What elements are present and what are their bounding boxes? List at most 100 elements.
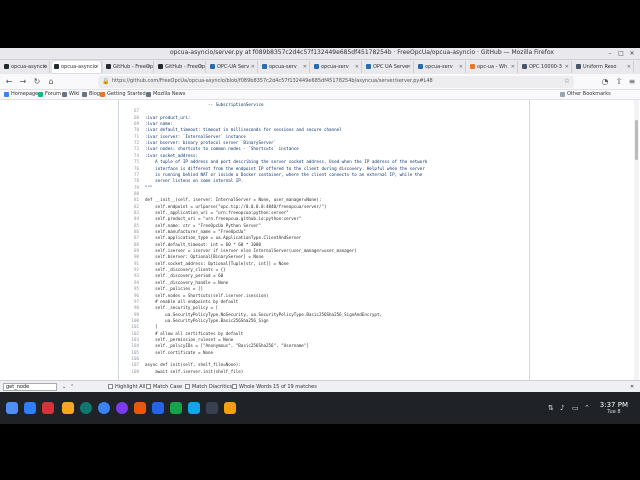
tab-label: opcua-asyncio [61, 64, 98, 70]
match-diacritics-label: Match Diacritics [192, 384, 233, 390]
tray-up-icon[interactable]: ⌃ [584, 404, 590, 412]
taskbar-app-icon[interactable] [98, 402, 110, 414]
tab-close-icon[interactable]: ✕ [407, 61, 411, 73]
browser-tab[interactable]: Uniform Reso ✕ [574, 61, 634, 73]
maximize-icon[interactable]: □ [617, 50, 625, 58]
bookmark-label: Blog [89, 91, 101, 97]
taskbar-app-icon[interactable] [24, 402, 36, 414]
browser-tab[interactable]: opcua-asyncio ✕ [52, 61, 102, 73]
bookmark-item[interactable]: Mozilla News [146, 91, 185, 97]
taskbar-app-icon[interactable] [206, 402, 218, 414]
tab-close-icon[interactable]: ✕ [95, 61, 99, 73]
browser-tab[interactable]: OPC-UA Serv ✕ [208, 61, 258, 73]
browser-tab[interactable]: OPC UA Serve ✕ [364, 61, 414, 73]
find-close-icon[interactable]: ✕ [630, 383, 634, 391]
minimize-icon[interactable]: – [606, 50, 614, 58]
tab-close-icon[interactable]: ✕ [251, 61, 255, 73]
bookmark-item[interactable]: Getting Started [100, 91, 146, 97]
close-icon[interactable]: ✕ [628, 50, 636, 58]
bookmark-label: Getting Started [107, 91, 146, 97]
bookmark-item[interactable]: Homepage [4, 91, 38, 97]
checkbox-icon [146, 384, 151, 389]
tab-close-icon[interactable]: ✕ [43, 61, 47, 73]
browser-tab[interactable]: GitHub - FreeOp ✕ [156, 61, 206, 73]
page-content: -- SubscriptionService 67 68:ivar product_… [0, 100, 640, 380]
taskbar-app-icon[interactable] [42, 402, 54, 414]
line-number[interactable]: 108 [119, 369, 139, 376]
window-title: opcua-asyncio/server.py at f089b8357c2d4… [170, 49, 554, 56]
tab-label: OPC-UA Serv [217, 64, 250, 70]
taskbar-app-icon[interactable] [188, 402, 200, 414]
taskbar-app-icon[interactable] [134, 402, 146, 414]
find-input[interactable]: get_node [3, 383, 57, 391]
whole-words-checkbox[interactable]: Whole Words [232, 383, 272, 391]
browser-tab[interactable]: GitHub - FreeOp ✕ [104, 61, 154, 73]
whole-words-label: Whole Words [239, 384, 272, 390]
home-icon[interactable]: ⌂ [46, 77, 56, 87]
bookmark-icon [38, 92, 43, 97]
find-next-icon[interactable]: ⌄ [62, 383, 66, 391]
clock[interactable]: 3:37 PM Tue 8 [600, 401, 628, 415]
tab-close-icon[interactable]: ✕ [511, 61, 515, 73]
volume-icon[interactable]: ♪ [560, 404, 564, 412]
taskbar-app-icon[interactable] [62, 402, 74, 414]
folder-icon [560, 92, 565, 97]
browser-tab[interactable]: opcua-serv ✕ [416, 61, 466, 73]
reload-icon[interactable]: ↻ [32, 77, 42, 87]
battery-icon[interactable]: ▭ [572, 404, 579, 412]
tab-favicon-icon [366, 64, 371, 69]
url-bar[interactable]: 🔒 https://github.com/FreeOpcUa/opcua-asy… [98, 76, 574, 88]
tab-close-icon[interactable]: ✕ [627, 61, 631, 73]
forward-icon[interactable]: → [18, 77, 28, 87]
tab-close-icon[interactable]: ✕ [355, 61, 359, 73]
match-diacritics-checkbox[interactable]: Match Diacritics [185, 383, 232, 391]
other-bookmarks[interactable]: Other Bookmarks [560, 91, 611, 97]
url-text[interactable]: https://github.com/FreeOpcUa/opcua-async… [112, 78, 433, 84]
tab-label: opcua-serv [269, 64, 297, 70]
network-icon[interactable]: ⇅ [548, 404, 554, 412]
find-result-count: 15 of 19 matches [273, 384, 317, 390]
bookmark-icon [4, 92, 9, 97]
tab-favicon-icon [522, 64, 527, 69]
clock-date: Tue 8 [607, 409, 621, 415]
browser-tab[interactable]: opcua-serv ✕ [312, 61, 362, 73]
scrollbar[interactable] [634, 100, 639, 380]
taskbar-app-icon[interactable] [152, 402, 164, 414]
browser-tab[interactable]: opcua-asyncio ✕ [2, 61, 50, 73]
match-case-checkbox[interactable]: Match Case [146, 383, 182, 391]
tab-close-icon[interactable]: ✕ [565, 61, 569, 73]
checkbox-icon [232, 384, 237, 389]
taskbar-app-icon[interactable] [116, 402, 128, 414]
browser-tab[interactable]: OPC 10000-3 ✕ [520, 61, 572, 73]
tab-label: opc-ua - Wh [477, 64, 508, 70]
bookmark-item[interactable]: Blog [82, 91, 100, 97]
tab-close-icon[interactable]: ✕ [147, 61, 151, 73]
taskbar-app-icon[interactable] [6, 402, 18, 414]
tab-close-icon[interactable]: ✕ [459, 61, 463, 73]
bookmark-icon [82, 92, 87, 97]
find-previous-icon[interactable]: ⌃ [70, 383, 74, 391]
tab-favicon-icon [418, 64, 423, 69]
taskbar: ⇅ ♪ ▭ ⌃ 3:37 PM Tue 8 [0, 392, 640, 424]
back-icon[interactable]: ← [4, 77, 14, 87]
pocket-icon[interactable]: ◔ [600, 77, 610, 87]
lock-icon: 🔒 [102, 78, 110, 85]
taskbar-app-icon[interactable] [224, 402, 236, 414]
highlight-all-checkbox[interactable]: Highlight All [108, 383, 145, 391]
bookmark-icon [62, 92, 67, 97]
tab-close-icon[interactable]: ✕ [199, 61, 203, 73]
bookmark-item[interactable]: Wiki [62, 91, 80, 97]
tab-close-icon[interactable]: ✕ [303, 61, 307, 73]
checkbox-icon [108, 384, 113, 389]
extensions-icon[interactable]: ⇧ [614, 77, 624, 87]
scrollbar-thumb[interactable] [635, 120, 638, 160]
code-viewer: -- SubscriptionService 67 68:ivar product_… [118, 100, 530, 380]
bookmark-item[interactable]: Forum [38, 91, 61, 97]
menu-icon[interactable]: ≡ [627, 77, 637, 87]
other-bookmarks-label: Other Bookmarks [567, 91, 611, 97]
taskbar-app-icon[interactable] [170, 402, 182, 414]
taskbar-app-icon[interactable] [80, 402, 92, 414]
browser-tab[interactable]: opc-ua - Wh ✕ [468, 61, 518, 73]
bookmark-star-icon[interactable]: ☆ [564, 77, 570, 85]
browser-tab[interactable]: opcua-serv ✕ [260, 61, 310, 73]
